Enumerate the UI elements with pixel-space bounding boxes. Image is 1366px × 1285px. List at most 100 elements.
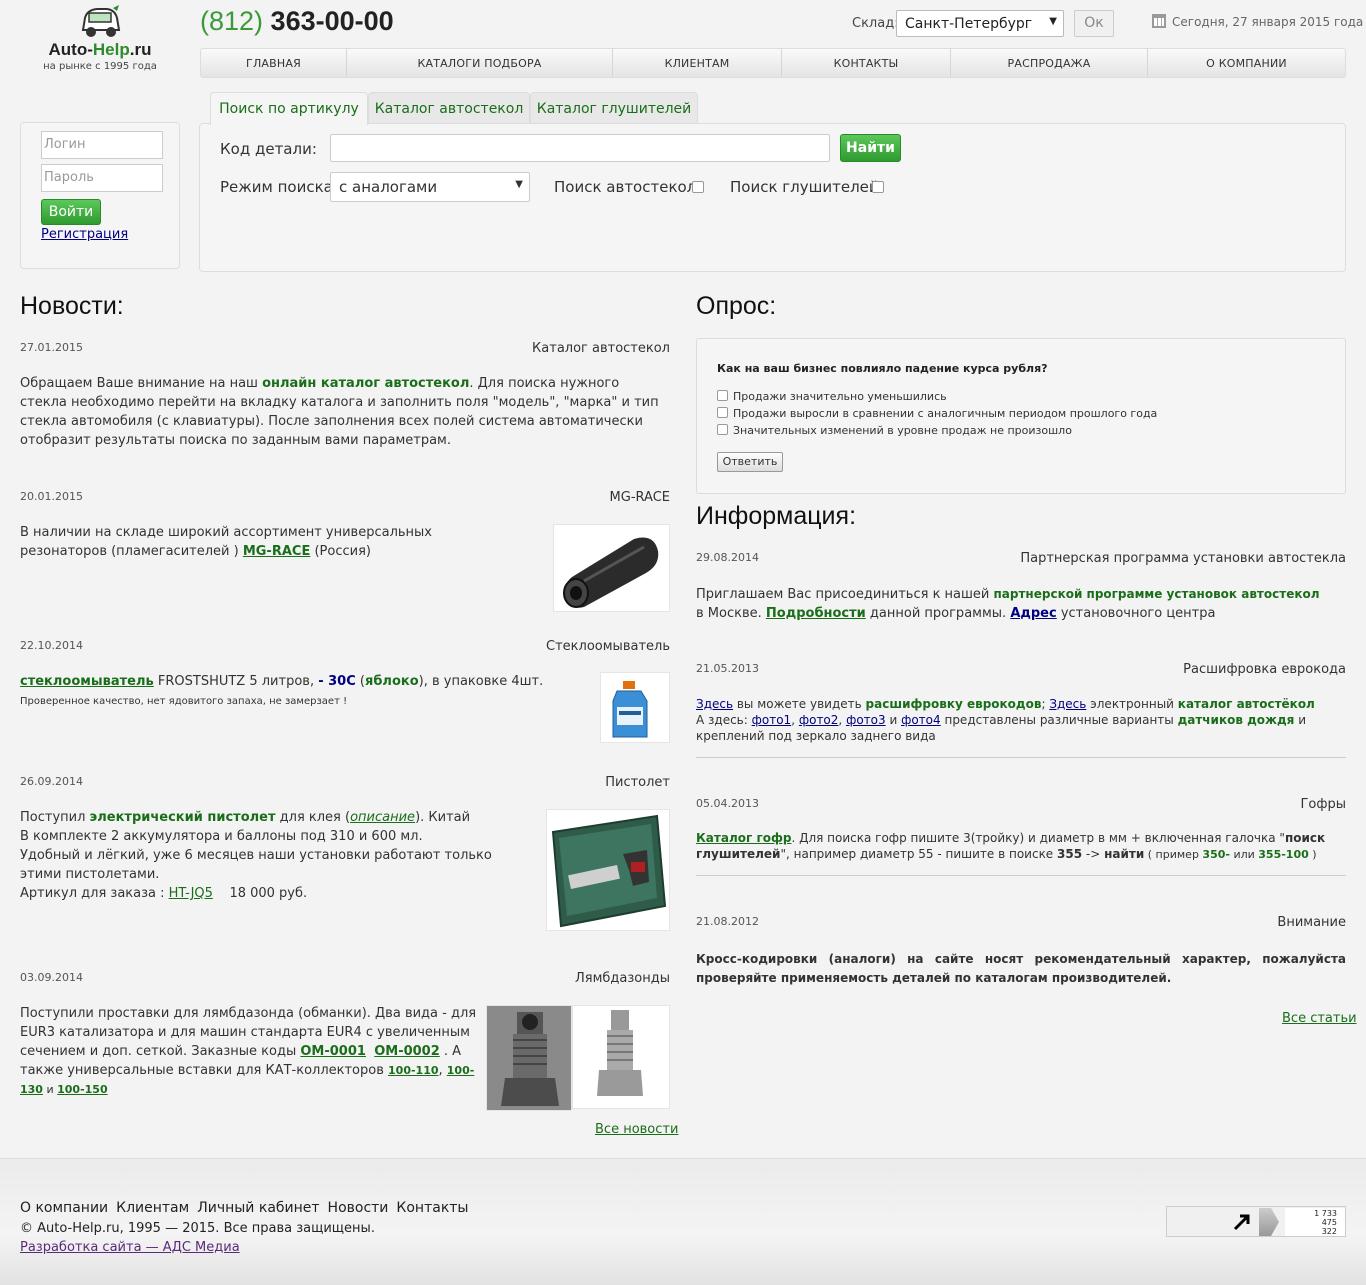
search-mode-select[interactable]: с аналогами ▼ <box>330 172 530 202</box>
copyright: © Auto-Help.ru, 1995 — 2015. Все права з… <box>20 1221 375 1236</box>
info-date: 29.08.2014 <box>696 551 759 564</box>
info-title: Внимание <box>1277 915 1346 930</box>
lambda-spacer-image-1 <box>486 1005 572 1111</box>
login-input[interactable]: Логин <box>41 131 163 159</box>
calendar-icon <box>1152 14 1166 28</box>
news-text: Поступил электрический пистолет для клея… <box>20 810 492 901</box>
info-title: Расшифровка еврокода <box>1183 662 1346 677</box>
phone-number: (812) 363-00-00 <box>200 6 394 36</box>
article-link[interactable]: HT-JQ5 <box>169 886 213 901</box>
find-button[interactable]: Найти <box>840 134 901 162</box>
tab-muffler-catalog[interactable]: Каталог глушителей <box>530 92 698 124</box>
poll-heading: Опрос: <box>696 292 777 320</box>
description-link[interactable]: описание <box>350 810 415 825</box>
news-title: Пистолет <box>605 775 670 790</box>
dropdown-arrow-icon: ▼ <box>515 179 523 190</box>
warehouse-select[interactable]: Санкт-Петербург ▼ <box>896 10 1064 37</box>
dropdown-arrow-icon: ▼ <box>1049 16 1057 27</box>
om-0002-link[interactable]: OM-0002 <box>374 1044 440 1059</box>
nav-clients[interactable]: КЛИЕНТАМ <box>613 49 782 77</box>
info-title: Гофры <box>1300 797 1346 812</box>
login-box: Логин Пароль Войти Регистрация <box>20 122 180 269</box>
glass-search-checkbox[interactable] <box>692 181 704 193</box>
info-text: Здесь вы можете увидеть расшифровку евро… <box>696 697 1315 743</box>
search-panel: Код детали: Найти Режим поиска: с аналог… <box>199 123 1346 272</box>
news-text: Обращаем Ваше внимание на наш онлайн кат… <box>20 376 659 448</box>
footer-link-contacts[interactable]: Контакты <box>396 1200 468 1216</box>
tab-glass-catalog[interactable]: Каталог автостекол <box>368 92 530 124</box>
nav-catalogs[interactable]: КАТАЛОГИ ПОДБОРА <box>347 49 613 77</box>
info-title: Партнерская программа установки автостек… <box>1020 551 1346 566</box>
muffler-search-label: Поиск глушителей: <box>730 178 884 196</box>
developer-link[interactable]: Разработка сайта — АДС Медиа <box>20 1240 240 1255</box>
here-link-1[interactable]: Здесь <box>696 697 733 711</box>
all-articles-link[interactable]: Все статьи <box>1282 1011 1357 1026</box>
footer-nav: О компании Клиентам Личный кабинет Новости К… <box>20 1200 476 1216</box>
part-code-input[interactable] <box>330 134 830 162</box>
code-100-110-link[interactable]: 100-110 <box>388 1064 439 1077</box>
footer-link-about[interactable]: О компании <box>20 1200 108 1216</box>
nav-contacts[interactable]: КОНТАКТЫ <box>782 49 951 77</box>
code-label: Код детали: <box>220 140 317 158</box>
footer-link-cabinet[interactable]: Личный кабинет <box>197 1200 319 1216</box>
news-date: 26.09.2014 <box>20 775 83 788</box>
info-text: Кросс-кодировки (аналоги) на сайте носят… <box>696 952 1346 985</box>
code-100-150-link[interactable]: 100-150 <box>57 1083 108 1096</box>
info-date: 21.08.2012 <box>696 915 759 928</box>
news-text: стеклоомыватель FROSTSHUTZ 5 литров, - 3… <box>20 674 544 707</box>
news-title: MG-RACE <box>609 490 670 505</box>
tab-article-search[interactable]: Поиск по артикулу <box>210 92 368 125</box>
all-news-link[interactable]: Все новости <box>595 1122 678 1137</box>
resonator-image <box>553 524 670 612</box>
visit-counter[interactable]: 1 733 475 322 <box>1166 1206 1346 1237</box>
register-link[interactable]: Регистрация <box>41 227 128 242</box>
poll-option[interactable]: Значительных изменений в уровне продаж н… <box>717 424 1072 437</box>
photo2-link[interactable]: фото2 <box>799 713 839 727</box>
arrow-icon <box>1233 1214 1250 1231</box>
photo4-link[interactable]: фото4 <box>901 713 941 727</box>
poll-checkbox[interactable] <box>717 407 728 418</box>
news-date: 22.10.2014 <box>20 639 83 652</box>
login-button[interactable]: Войти <box>41 199 101 225</box>
logo-tagline: на рынке с 1995 года <box>43 61 157 72</box>
nav-home[interactable]: ГЛАВНАЯ <box>201 49 347 77</box>
news-heading: Новости: <box>20 292 124 320</box>
counter-values: 1 733 475 322 <box>1285 1208 1345 1236</box>
here-link-2[interactable]: Здесь <box>1049 697 1086 711</box>
divider <box>696 757 1346 758</box>
footer-link-clients[interactable]: Клиентам <box>116 1200 189 1216</box>
poll-checkbox[interactable] <box>717 390 728 401</box>
news-title: Лямбдазонды <box>575 971 670 986</box>
current-date: Сегодня, 27 января 2015 года <box>1152 14 1363 29</box>
warehouse-ok-button[interactable]: Ок <box>1074 10 1114 37</box>
news-text: Поступили проставки для лямбдазонда (обм… <box>20 1006 477 1096</box>
details-link[interactable]: Подробности <box>766 606 866 621</box>
news-title: Стеклоомыватель <box>546 639 670 654</box>
nav-about[interactable]: О КОМПАНИИ <box>1148 49 1345 77</box>
photo1-link[interactable]: фото1 <box>752 713 792 727</box>
footer-link-news[interactable]: Новости <box>328 1200 389 1216</box>
poll-submit-button[interactable]: Ответить <box>717 452 783 472</box>
lambda-spacer-image-2 <box>572 1005 670 1109</box>
poll-option[interactable]: Продажи значительно уменьшились <box>717 390 947 403</box>
info-date: 21.05.2013 <box>696 662 759 675</box>
washer-fluid-link[interactable]: стеклоомыватель <box>20 674 154 689</box>
password-input[interactable]: Пароль <box>41 164 163 192</box>
poll-box: Как на ваш бизнес повлияло падение курса… <box>696 338 1346 494</box>
om-0001-link[interactable]: OM-0001 <box>300 1044 366 1059</box>
news-date: 03.09.2014 <box>20 971 83 984</box>
address-link[interactable]: Адрес <box>1010 606 1056 621</box>
glass-catalog-link[interactable]: онлайн каталог автостекол <box>262 376 469 391</box>
news-title: Каталог автостекол <box>532 341 670 356</box>
site-logo[interactable]: Auto-Help.ru на рынке с 1995 года <box>40 4 160 72</box>
info-heading: Информация: <box>696 502 857 530</box>
muffler-search-checkbox[interactable] <box>872 181 884 193</box>
warehouse-label: Склад: <box>852 16 899 31</box>
glue-gun-image <box>546 809 670 931</box>
corrugation-catalog-link[interactable]: Каталог гофр <box>696 831 791 845</box>
poll-option[interactable]: Продажи выросли в сравнении с аналогичны… <box>717 407 1157 420</box>
photo3-link[interactable]: фото3 <box>846 713 886 727</box>
mg-race-link[interactable]: MG-RACE <box>243 544 311 559</box>
nav-sale[interactable]: РАСПРОДАЖА <box>951 49 1148 77</box>
poll-checkbox[interactable] <box>717 424 728 435</box>
